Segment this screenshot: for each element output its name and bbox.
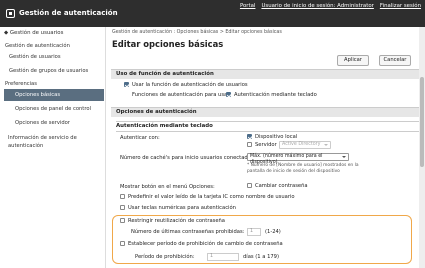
sidebar-section-auth: Gestión de autenticación (5, 43, 70, 49)
sidebar-section-preferences: Preferencias (5, 81, 37, 87)
highlight-frame (112, 215, 412, 264)
functions-label: Funciones de autenticación para usar: (132, 92, 231, 98)
numeric-keys-checkbox[interactable] (120, 205, 125, 210)
server-select[interactable]: Active Directory (279, 141, 331, 149)
sidebar-item-server-options[interactable]: Opciones de servidor (4, 117, 104, 129)
predefine-ic-label: Predefinir el valor leído de la tarjeta … (128, 194, 295, 200)
sidebar-back-link[interactable]: ◆ Gestión de usuarios (4, 30, 63, 36)
section-use-auth: Uso de función de autenticación (111, 69, 423, 79)
scrollbar[interactable] (419, 27, 425, 268)
apply-button[interactable]: Aplicar (337, 55, 369, 66)
app-logo-icon (6, 9, 15, 18)
header-links: Portal Usuario de inicio de sesión: Admi… (240, 3, 421, 9)
portal-link[interactable]: Portal (240, 3, 256, 9)
divider (116, 131, 419, 132)
subsection-keyboard-auth: Autenticación mediante teclado (116, 123, 213, 129)
user-link[interactable]: Usuario de inicio de sesión: Administrat… (261, 3, 373, 9)
keyboard-auth-label: Autenticación mediante teclado (234, 92, 317, 98)
cancel-button[interactable]: Cancelar (379, 55, 411, 66)
sidebar: ◆ Gestión de usuarios Gestión de autenti… (0, 27, 106, 268)
change-password-label: Cambiar contraseña (255, 183, 308, 189)
sidebar-item-group-management[interactable]: Gestión de grupos de usuarios (4, 65, 104, 77)
local-device-label: Dispositivo local (255, 134, 298, 140)
cache-note: * Número de [Nombre de usuario] mostrado… (247, 163, 359, 174)
sidebar-item-auth-service-info[interactable]: Información de servicio de autenticación (8, 135, 103, 150)
app-title: Gestión de autenticación (19, 9, 118, 17)
change-password-checkbox[interactable] (247, 183, 252, 188)
sidebar-item-user-management[interactable]: Gestión de usuarios (4, 51, 104, 63)
logout-link[interactable]: Finalizar sesión (380, 3, 421, 9)
page-title: Editar opciones básicas (112, 39, 224, 49)
use-auth-checkbox[interactable] (124, 82, 129, 87)
show-button-label: Mostrar botón en el menú Opciones: (120, 184, 215, 190)
local-device-checkbox[interactable] (247, 134, 252, 139)
divider (116, 121, 419, 122)
chevron-down-icon (324, 144, 328, 146)
server-checkbox[interactable] (247, 142, 252, 147)
server-label: Servidor (255, 142, 277, 148)
sidebar-item-panel-options[interactable]: Opciones de panel de control (4, 103, 104, 115)
cache-select[interactable]: Máx. (número máximo para el dispositivo) (247, 153, 349, 165)
section-auth-options: Opciones de autenticación (111, 107, 423, 117)
scrollbar-thumb[interactable] (420, 77, 424, 167)
predefine-ic-checkbox[interactable] (120, 194, 125, 199)
authenticate-with-label: Autenticar con: (120, 135, 160, 141)
use-auth-label: Usar la función de autenticación de usua… (132, 82, 248, 88)
breadcrumb: Gestión de autenticación : Opciones bási… (112, 30, 282, 35)
chevron-down-icon (342, 156, 346, 158)
keyboard-auth-checkbox[interactable] (226, 92, 231, 97)
top-bar: Gestión de autenticación Portal Usuario … (0, 0, 425, 27)
sidebar-item-basic-options[interactable]: Opciones básicas (4, 89, 104, 101)
numeric-keys-label: Usar teclas numéricas para autenticación (128, 205, 236, 211)
server-select-value: Active Directory (282, 142, 321, 147)
cache-label: Número de caché's para inicio usuarios c… (120, 155, 256, 161)
